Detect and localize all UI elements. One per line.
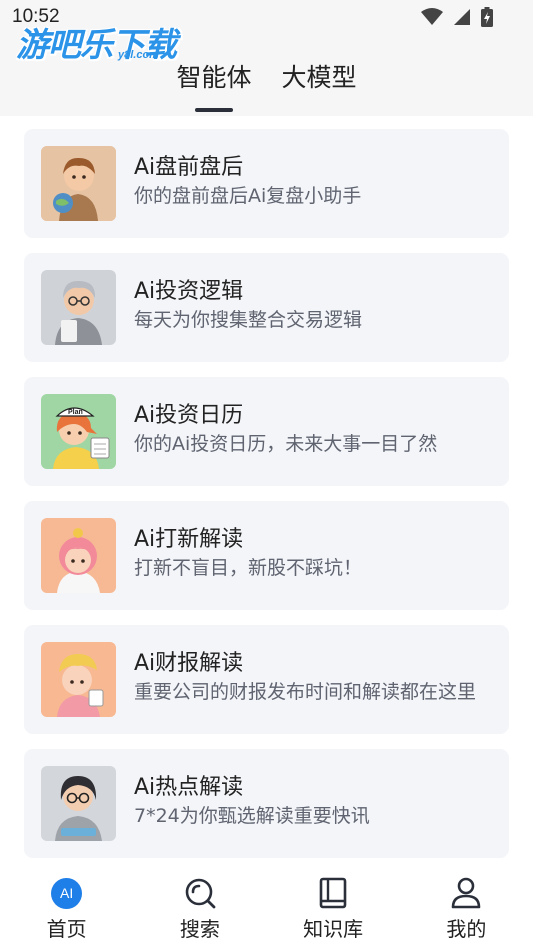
search-icon [183,876,217,910]
svg-text:Plan: Plan [68,409,83,416]
ai-badge: AI [51,877,83,909]
card-title: Ai财报解读 [134,651,244,676]
agent-card-earnings[interactable]: Ai财报解读 重要公司的财报发布时间和解读都在这里 [24,625,509,734]
agent-card-calendar[interactable]: Plan Ai投资日历 你的Ai投资日历，未来大事一目了然 [24,377,509,486]
card-title: Ai投资逻辑 [134,279,244,304]
card-desc: 打新不盲目，新股不踩坑！ [134,557,363,579]
grey-hair-man-avatar [41,270,116,345]
card-desc: 7*24为你甄选解读重要快讯 [134,805,370,827]
top-header: 10:52 游吧乐下载 y8l.com 智能体 大模型 [0,0,533,116]
battery-icon [481,7,493,27]
book-icon [316,876,350,910]
signal-icon [454,9,470,25]
nav-search[interactable]: 搜索 [133,860,266,948]
agent-card-premarket[interactable]: Ai盘前盘后 你的盘前盘后Ai复盘小助手 [24,129,509,238]
agent-list[interactable]: Ai盘前盘后 你的盘前盘后Ai复盘小助手 Ai投资逻辑 每天为你搜集整合交易逻辑 [0,116,533,860]
card-title: Ai打新解读 [134,527,244,552]
plan-cap-girl-avatar: Plan [41,394,116,469]
card-desc: 你的盘前盘后Ai复盘小助手 [134,185,362,207]
card-title: Ai投资日历 [134,403,244,428]
yellow-hat-girl-avatar [41,642,116,717]
bottom-nav: AI 首页 搜索 知识库 我的 [0,860,533,948]
nav-label-profile: 我的 [446,917,487,941]
agent-card-logic[interactable]: Ai投资逻辑 每天为你搜集整合交易逻辑 [24,253,509,362]
nav-label-search: 搜索 [179,917,220,941]
card-title: Ai热点解读 [134,775,244,800]
nav-home[interactable]: AI 首页 [0,860,133,948]
user-icon [449,876,483,910]
nav-label-home: 首页 [46,917,87,941]
status-icons [421,7,493,27]
glasses-girl-avatar [41,766,116,841]
tab-agents[interactable]: 智能体 [176,58,251,94]
ai-home-icon: AI [50,876,84,910]
card-desc: 每天为你搜集整合交易逻辑 [134,309,363,331]
tab-models[interactable]: 大模型 [282,58,357,94]
nav-profile[interactable]: 我的 [400,860,533,948]
agent-card-hotspot[interactable]: Ai热点解读 7*24为你甄选解读重要快讯 [24,749,509,858]
nav-label-knowledge: 知识库 [303,917,364,941]
pink-hair-girl-avatar [41,518,116,593]
card-desc: 重要公司的财报发布时间和解读都在这里 [134,681,477,703]
card-title: Ai盘前盘后 [134,155,244,180]
top-tabs: 智能体 大模型 [0,58,533,94]
card-desc: 你的Ai投资日历，未来大事一目了然 [134,433,438,455]
wifi-icon [421,8,443,25]
nav-knowledge[interactable]: 知识库 [267,860,400,948]
globe-kid-avatar [41,146,116,221]
agent-card-ipo[interactable]: Ai打新解读 打新不盲目，新股不踩坑！ [24,501,509,610]
